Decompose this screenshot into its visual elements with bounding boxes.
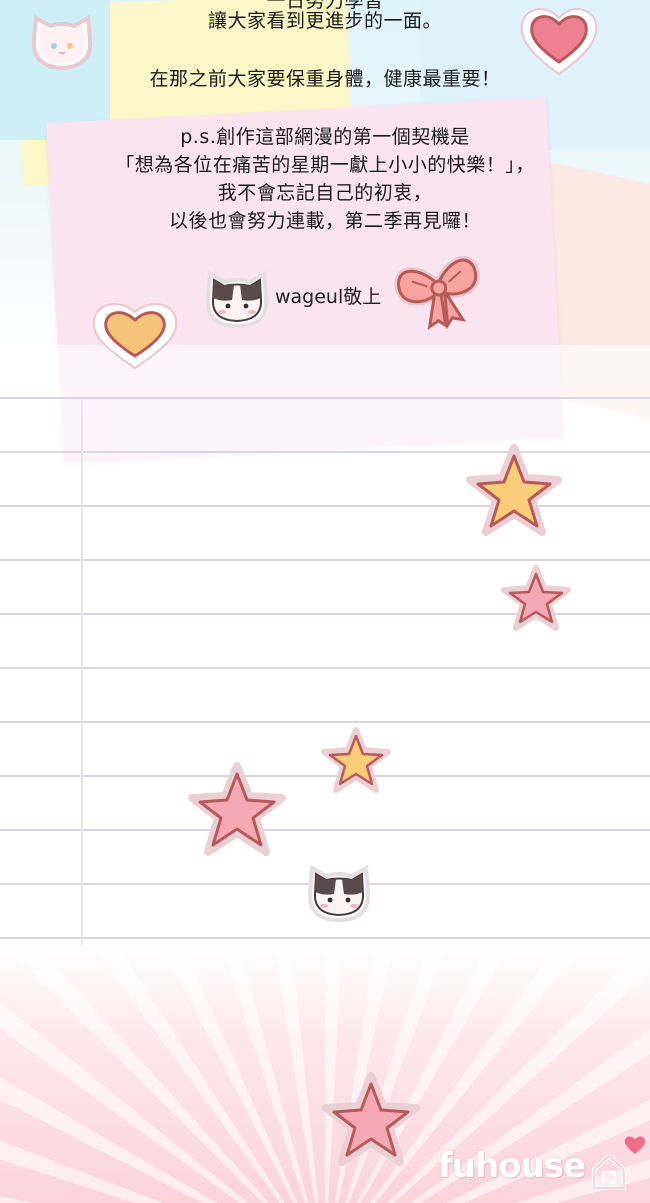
watermark-text: fuhouse — [438, 1146, 586, 1186]
cat-face-icon — [306, 862, 372, 924]
message-line-4: 「想為各位在痛苦的星期一獻上小小的快樂！」， — [115, 154, 535, 176]
star-icon — [321, 727, 391, 793]
star-icon — [466, 444, 562, 538]
heart-icon — [518, 2, 600, 78]
cat-face-icon — [204, 268, 270, 330]
message-line-6: 以後也會努力連載，第二季再見囉！ — [168, 210, 481, 232]
message-line-3: p.s.創作這部網漫的第一個契機是 — [180, 126, 470, 148]
message-line-5: 我不會忘記自己的初衷， — [217, 182, 433, 204]
paper-margin-line — [81, 400, 83, 1000]
heart-icon — [90, 298, 180, 372]
author-signature: wageul敬上 — [275, 286, 382, 308]
comic-panel: 一日努力學習 讓大家看到更進步的一面。 在那之前大家要保重身體，健康最重要！ p… — [0, 0, 650, 1203]
watermark-heart-icon — [623, 1134, 647, 1160]
bow-icon — [392, 246, 486, 332]
star-icon — [322, 1072, 420, 1166]
star-icon — [188, 762, 286, 856]
white-cat-face-icon — [28, 10, 96, 72]
star-icon — [501, 565, 571, 631]
